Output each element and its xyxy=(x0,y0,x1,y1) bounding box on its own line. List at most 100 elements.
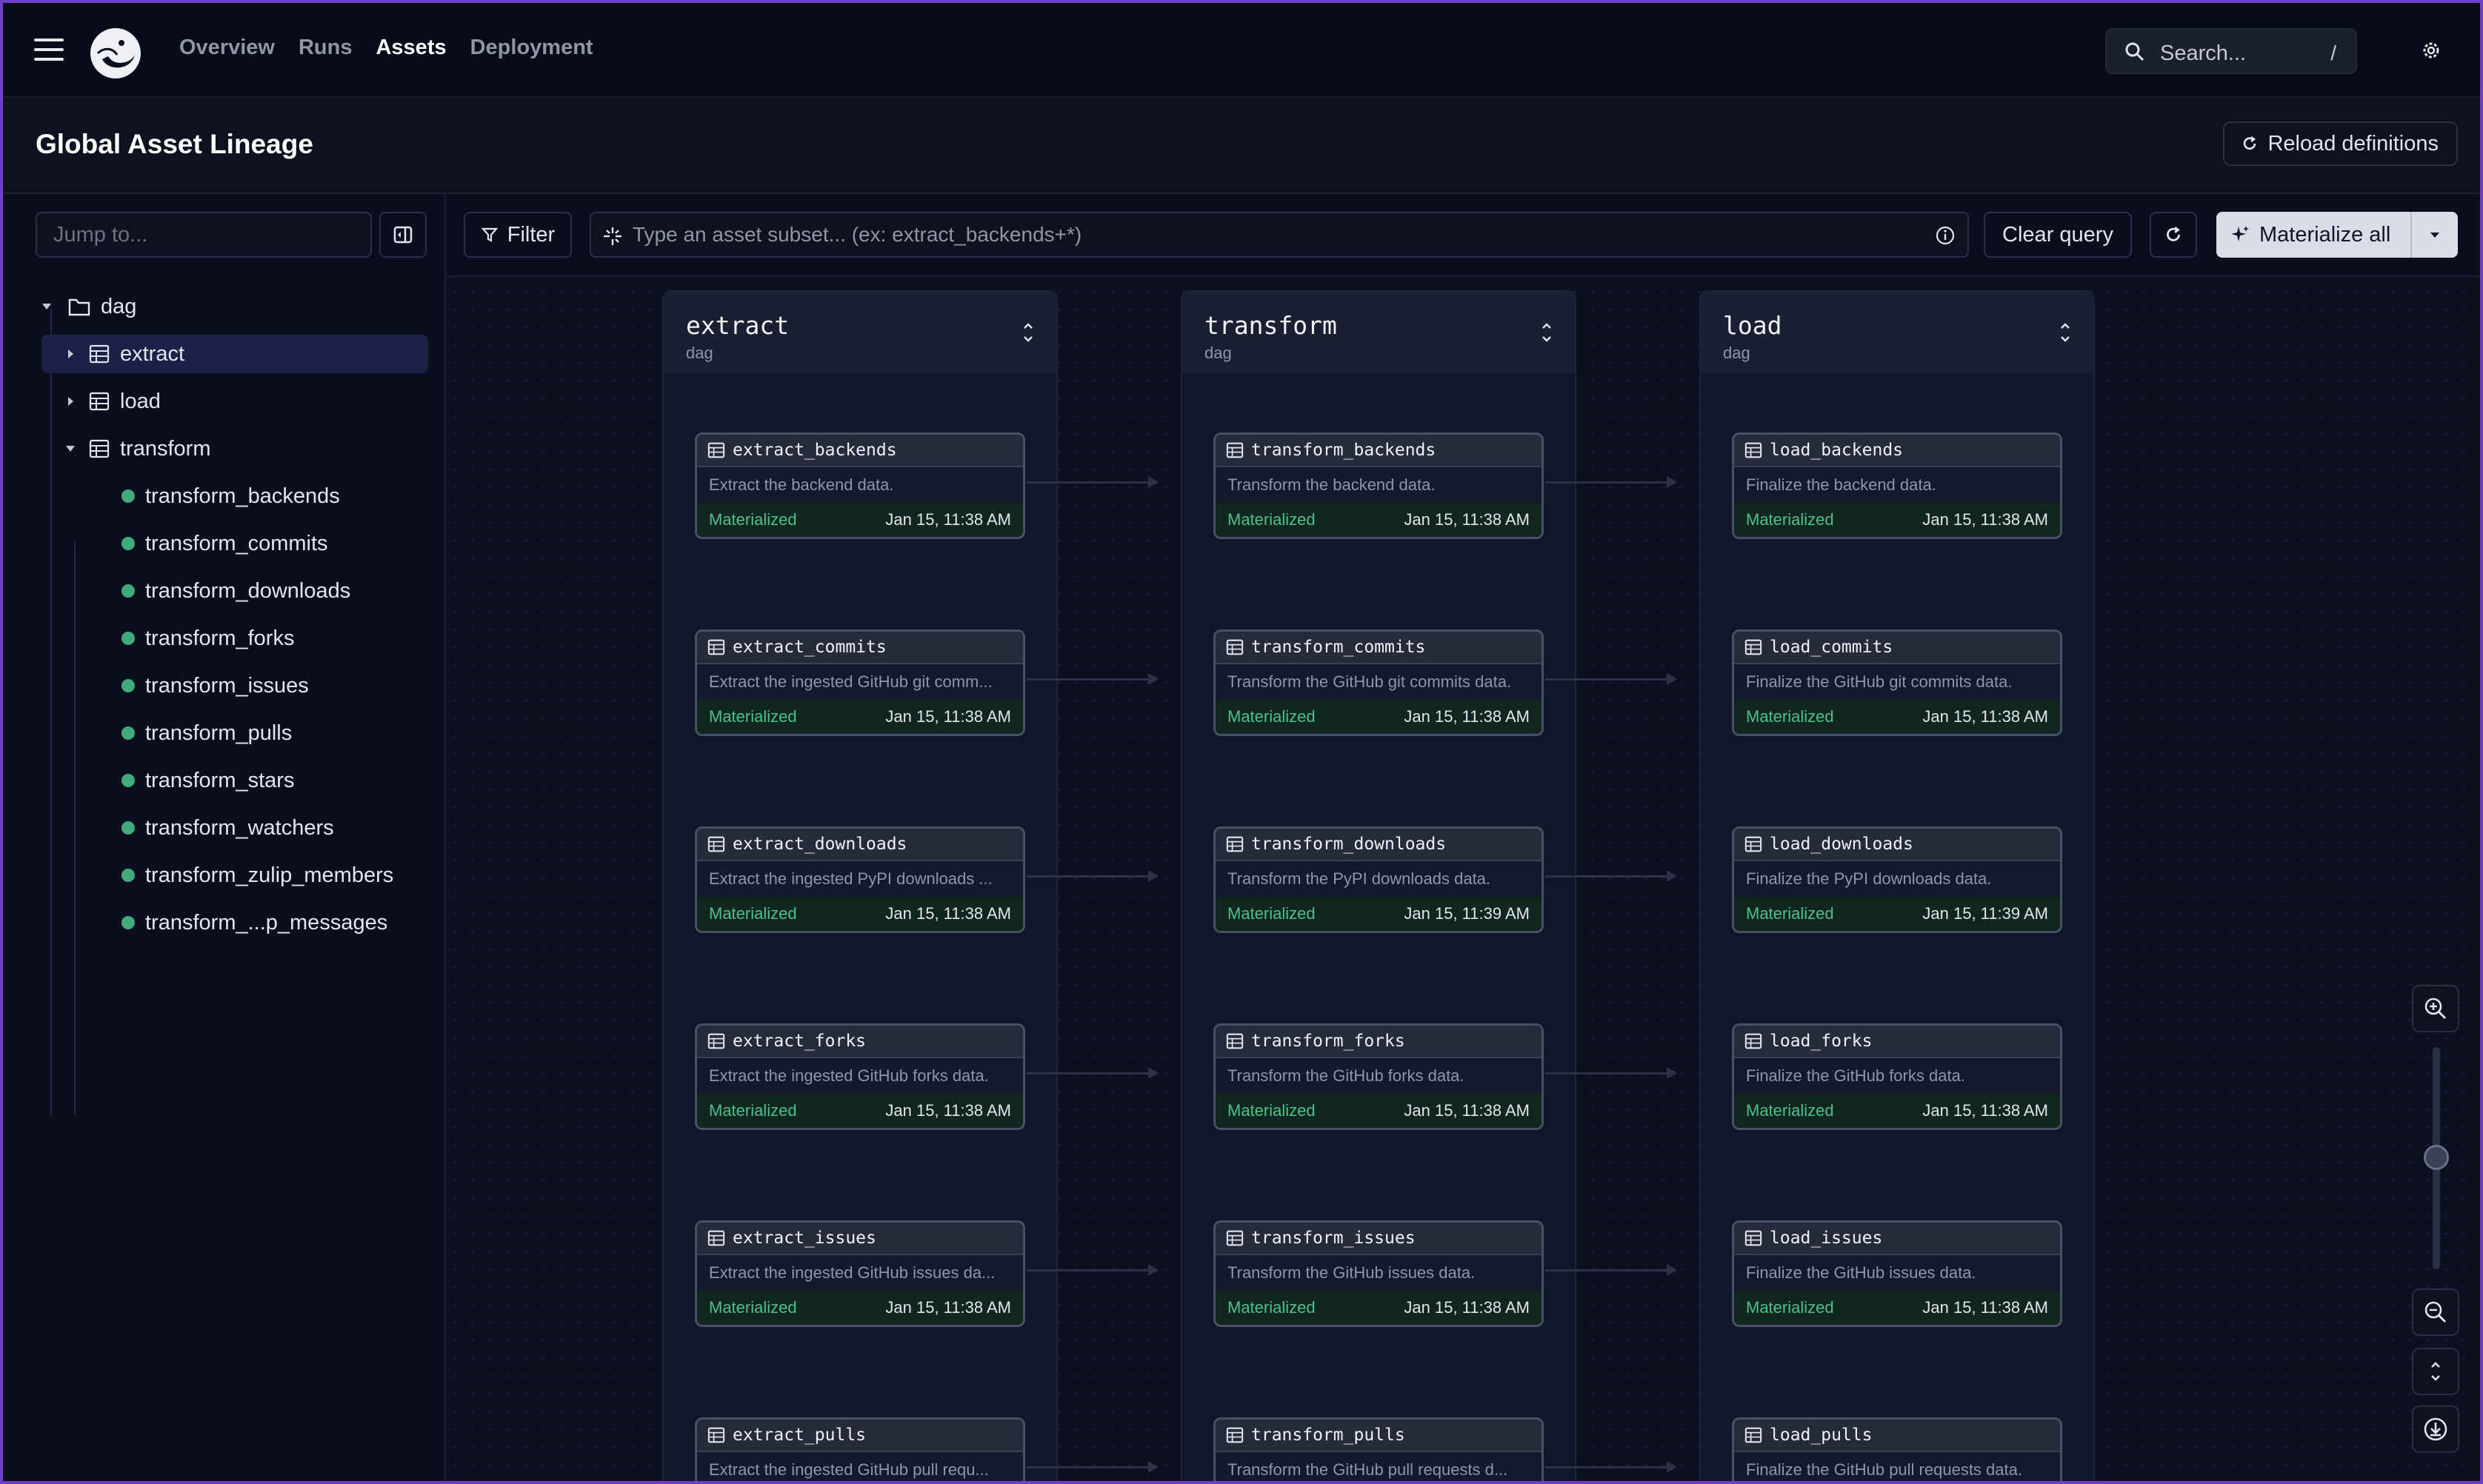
tree-asset-transform-watchers[interactable]: transform_watchers xyxy=(121,809,334,847)
asset-node-load-commits[interactable]: load_commits Finalize the GitHub git com… xyxy=(1732,629,2062,736)
materialized-timestamp[interactable]: Jan 15, 11:38 AM xyxy=(885,510,1011,529)
tree-asset-transform-zulip-messages[interactable]: transform_...p_messages xyxy=(121,903,387,942)
table-icon xyxy=(707,1033,725,1049)
asset-query-input[interactable] xyxy=(633,213,1892,256)
group-header[interactable]: transform dag xyxy=(1182,292,1575,373)
jump-to-field[interactable] xyxy=(36,212,372,258)
tree-asset-transform-stars[interactable]: transform_stars xyxy=(121,761,294,800)
menu-icon[interactable] xyxy=(34,39,64,61)
sidebar-collapse-button[interactable] xyxy=(379,212,427,258)
asset-node-load-forks[interactable]: load_forks Finalize the GitHub forks dat… xyxy=(1732,1023,2062,1130)
asset-status-row: Materialized Jan 15, 11:38 AM xyxy=(697,503,1023,537)
info-icon[interactable] xyxy=(1935,225,1956,246)
tree-asset-transform-downloads[interactable]: transform_downloads xyxy=(121,572,350,610)
search-box[interactable]: Search... / xyxy=(2105,28,2357,74)
sparkle-icon xyxy=(604,227,621,245)
tree-asset-transform-pulls[interactable]: transform_pulls xyxy=(121,714,292,752)
tree-asset-transform-issues[interactable]: transform_issues xyxy=(121,666,309,705)
asset-graph-canvas[interactable]: Filter Clear query xyxy=(446,194,2480,1481)
asset-node-transform-downloads[interactable]: transform_downloads Transform the PyPI d… xyxy=(1213,826,1544,933)
nav-runs[interactable]: Runs xyxy=(299,36,353,60)
asset-node-extract-commits[interactable]: extract_commits Extract the ingested Git… xyxy=(695,629,1025,736)
asset-name: extract_forks xyxy=(733,1032,867,1051)
materialized-timestamp[interactable]: Jan 15, 11:38 AM xyxy=(1922,1101,2048,1120)
tree-root-dag[interactable]: dag xyxy=(40,287,425,326)
tree-asset-transform-backends[interactable]: transform_backends xyxy=(121,477,340,515)
materialized-dot xyxy=(121,537,135,550)
group-header[interactable]: load dag xyxy=(1701,292,2093,373)
asset-name: extract_downloads xyxy=(733,835,907,854)
clear-query-button[interactable]: Clear query xyxy=(1984,212,2132,258)
asset-query-field[interactable] xyxy=(590,212,1969,258)
asset-status-row: Materialized Jan 15, 11:38 AM xyxy=(1216,1094,1542,1128)
materialized-timestamp[interactable]: Jan 15, 11:38 AM xyxy=(1404,510,1530,529)
filter-button[interactable]: Filter xyxy=(464,212,572,258)
status-label: Materialized xyxy=(1227,1101,1316,1120)
materialized-timestamp[interactable]: Jan 15, 11:38 AM xyxy=(1404,1101,1530,1120)
materialize-main[interactable]: Materialize all xyxy=(2216,212,2410,258)
collapse-icon[interactable] xyxy=(1021,321,1036,344)
tree-asset-transform-zulip-members[interactable]: transform_zulip_members xyxy=(121,856,393,895)
status-label: Materialized xyxy=(709,510,797,529)
materialized-timestamp[interactable]: Jan 15, 11:38 AM xyxy=(885,904,1011,923)
nav-deployment[interactable]: Deployment xyxy=(470,36,593,60)
materialized-timestamp[interactable]: Jan 15, 11:38 AM xyxy=(1922,510,2048,529)
asset-node-transform-backends[interactable]: transform_backends Transform the backend… xyxy=(1213,432,1544,539)
materialized-timestamp[interactable]: Jan 15, 11:38 AM xyxy=(885,1101,1011,1120)
collapse-icon[interactable] xyxy=(1539,321,1554,344)
materialized-timestamp[interactable]: Jan 15, 11:39 AM xyxy=(1922,904,2048,923)
node-header: extract_backends xyxy=(697,435,1023,467)
materialized-dot xyxy=(121,489,135,503)
asset-status-row: Materialized Jan 15, 11:38 AM xyxy=(697,1094,1023,1128)
materialized-timestamp[interactable]: Jan 15, 11:38 AM xyxy=(1404,707,1530,726)
collapse-all-button[interactable] xyxy=(2412,1348,2459,1395)
tree-item-transform[interactable]: transform xyxy=(41,430,428,468)
asset-node-transform-forks[interactable]: transform_forks Transform the GitHub for… xyxy=(1213,1023,1544,1130)
nav-overview[interactable]: Overview xyxy=(179,36,275,60)
materialize-dropdown[interactable] xyxy=(2410,212,2458,258)
tree-asset-transform-commits[interactable]: transform_commits xyxy=(121,524,328,563)
jump-to-input[interactable] xyxy=(37,213,370,256)
asset-description: Transform the GitHub forks data. xyxy=(1227,1066,1464,1085)
search-icon xyxy=(2125,42,2144,61)
asset-node-extract-backends[interactable]: extract_backends Extract the backend dat… xyxy=(695,432,1025,539)
tree-asset-transform-forks[interactable]: transform_forks xyxy=(121,619,294,658)
asset-node-extract-issues[interactable]: extract_issues Extract the ingested GitH… xyxy=(695,1220,1025,1327)
zoom-slider-handle[interactable] xyxy=(2424,1145,2449,1170)
zoom-in-button[interactable] xyxy=(2412,985,2459,1032)
tree-item-load[interactable]: load xyxy=(41,382,428,421)
collapse-icon[interactable] xyxy=(2058,321,2073,344)
group-header[interactable]: extract dag xyxy=(664,292,1056,373)
asset-node-extract-pulls[interactable]: extract_pulls Extract the ingested GitHu… xyxy=(695,1417,1025,1481)
table-icon xyxy=(1744,1033,1762,1049)
asset-node-transform-commits[interactable]: transform_commits Transform the GitHub g… xyxy=(1213,629,1544,736)
nav-assets[interactable]: Assets xyxy=(376,36,446,60)
asset-node-extract-downloads[interactable]: extract_downloads Extract the ingested P… xyxy=(695,826,1025,933)
materialized-timestamp[interactable]: Jan 15, 11:38 AM xyxy=(885,1298,1011,1317)
asset-node-load-backends[interactable]: load_backends Finalize the backend data.… xyxy=(1732,432,2062,539)
zoom-out-button[interactable] xyxy=(2412,1289,2459,1336)
reload-definitions-button[interactable]: Reload definitions xyxy=(2223,121,2458,166)
status-label: Materialized xyxy=(1746,1298,1834,1317)
tree-item-extract[interactable]: extract xyxy=(41,335,428,373)
asset-node-transform-issues[interactable]: transform_issues Transform the GitHub is… xyxy=(1213,1220,1544,1327)
refresh-button[interactable] xyxy=(2150,212,2197,258)
download-button[interactable] xyxy=(2412,1406,2459,1453)
materialize-all-button[interactable]: Materialize all xyxy=(2216,212,2458,258)
materialized-timestamp[interactable]: Jan 15, 11:38 AM xyxy=(885,707,1011,726)
materialized-timestamp[interactable]: Jan 15, 11:38 AM xyxy=(1922,1298,2048,1317)
asset-node-load-issues[interactable]: load_issues Finalize the GitHub issues d… xyxy=(1732,1220,2062,1327)
materialized-timestamp[interactable]: Jan 15, 11:38 AM xyxy=(1404,1298,1530,1317)
dagster-logo[interactable] xyxy=(87,25,144,81)
asset-node-load-downloads[interactable]: load_downloads Finalize the PyPI downloa… xyxy=(1732,826,2062,933)
sidebar-collapse-icon xyxy=(393,226,413,244)
materialized-timestamp[interactable]: Jan 15, 11:38 AM xyxy=(1922,707,2048,726)
asset-node-load-pulls[interactable]: load_pulls Finalize the GitHub pull requ… xyxy=(1732,1417,2062,1481)
materialized-timestamp[interactable]: Jan 15, 11:39 AM xyxy=(1404,904,1530,923)
asset-node-transform-pulls[interactable]: transform_pulls Transform the GitHub pul… xyxy=(1213,1417,1544,1481)
tree-label: transform_issues xyxy=(145,673,309,698)
asset-node-extract-forks[interactable]: extract_forks Extract the ingested GitHu… xyxy=(695,1023,1025,1130)
filter-label: Filter xyxy=(507,222,556,247)
gear-icon[interactable] xyxy=(2419,39,2443,62)
search-shortcut: / xyxy=(2330,41,2336,64)
